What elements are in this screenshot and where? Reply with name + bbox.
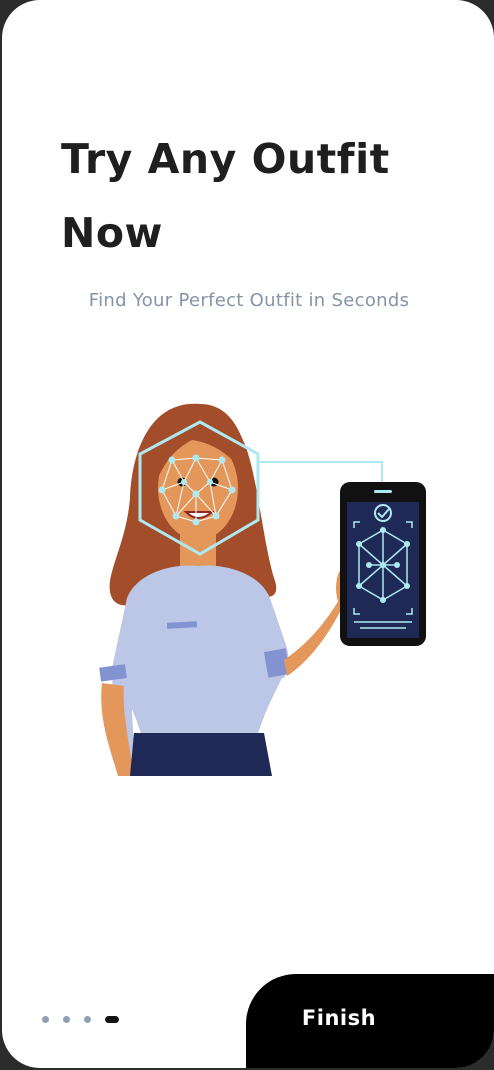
face-scan-illustration — [99, 403, 426, 776]
page-dot[interactable] — [84, 1016, 91, 1023]
page-indicator — [42, 1016, 119, 1023]
finish-button[interactable]: Finish — [246, 974, 494, 1068]
finish-button-label: Finish — [301, 1006, 377, 1030]
page-dot[interactable] — [63, 1016, 70, 1023]
page-subtitle: Find Your Perfect Outfit in Seconds — [88, 290, 410, 311]
page-dot[interactable] — [42, 1016, 49, 1023]
page-title: Try Any Outfit Now — [61, 135, 390, 257]
onboarding-screen: Try Any Outfit Now Find Your Perfect Out… — [2, 0, 494, 1068]
page-dot-active[interactable] — [105, 1016, 119, 1023]
